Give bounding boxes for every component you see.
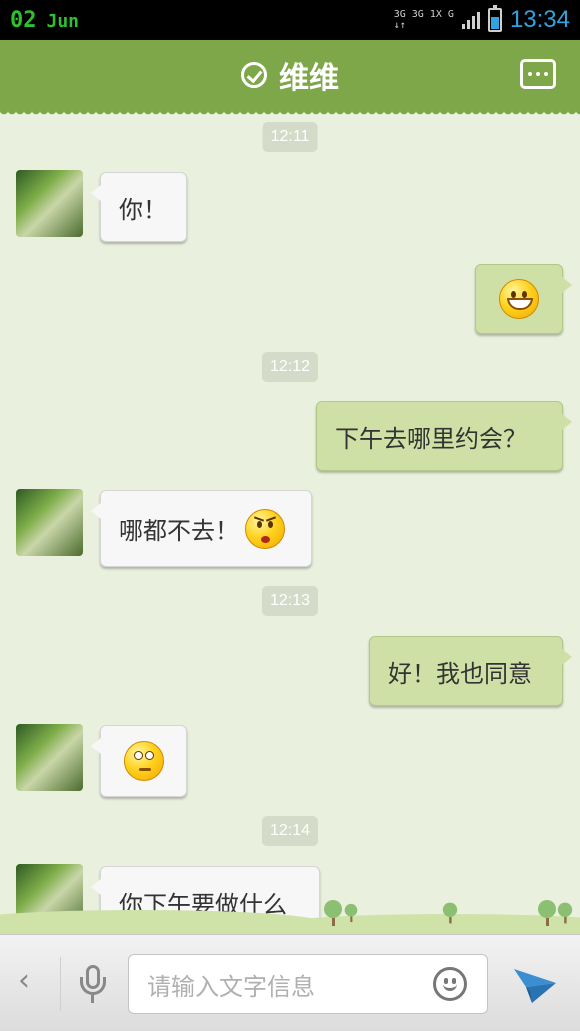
hill-shape [0, 910, 320, 934]
contact-avatar[interactable] [16, 170, 83, 237]
status-date: 02 Jun [10, 8, 79, 33]
status-day: 02 [10, 7, 37, 33]
outgoing-message[interactable] [475, 264, 572, 334]
status-time: 13:34 [509, 6, 570, 33]
timestamp: 12:13 [261, 586, 319, 616]
input-bar: ‹ 请输入文字信息 [0, 934, 580, 1031]
tree-icon [324, 900, 342, 926]
timestamp: 12:12 [261, 352, 319, 382]
outgoing-message[interactable]: 下午去哪里约会？ [316, 401, 572, 471]
timestamp: 12:14 [261, 816, 319, 846]
check-circle-icon [241, 62, 267, 88]
status-indicators: 3G 3G 1X G ↓↑ 13:34 [394, 5, 570, 34]
incoming-message[interactable]: 你！ [91, 172, 187, 242]
microphone-icon[interactable] [78, 965, 108, 1005]
contact-title: 维维 [241, 53, 339, 97]
contact-avatar[interactable] [16, 724, 83, 791]
message-text: 下午去哪里约会？ [335, 424, 527, 453]
message-text: 你！ [119, 195, 167, 224]
network-indicator: 3G 3G 1X G ↓↑ [394, 9, 454, 31]
chevron-left-icon[interactable]: ‹ [18, 963, 30, 998]
dot-icon [536, 72, 540, 76]
chat-header: 维维 [0, 40, 580, 116]
network-activity: ↓↑ [393, 20, 406, 31]
grin-emoji-icon [499, 279, 539, 319]
tree-icon [538, 900, 556, 926]
tree-icon [557, 902, 573, 924]
incoming-message[interactable]: 哪都不去！ [91, 490, 312, 567]
message-text: 哪都不去！ [119, 517, 239, 545]
tree-icon [442, 902, 458, 924]
more-options-button[interactable] [520, 59, 556, 89]
battery-icon [487, 5, 502, 32]
divider [60, 957, 61, 1011]
landscape-decoration [0, 895, 580, 934]
dot-icon [528, 72, 532, 76]
dot-icon [544, 72, 548, 76]
outgoing-message[interactable]: 好！我也同意 [369, 636, 572, 706]
status-bar: 02 Jun 3G 3G 1X G ↓↑ 13:34 [0, 0, 580, 40]
eyeroll-emoji-icon [123, 741, 164, 781]
incoming-message[interactable] [91, 725, 187, 797]
smiley-icon[interactable] [433, 967, 467, 1001]
send-icon[interactable] [512, 965, 558, 1005]
tree-icon [344, 903, 358, 923]
signal-icon [461, 11, 480, 29]
message-text: 好！我也同意 [388, 659, 532, 688]
contact-avatar[interactable] [16, 489, 83, 556]
network-types: 3G 3G 1X G [393, 9, 454, 20]
timestamp: 12:11 [262, 122, 318, 152]
contact-name: 维维 [279, 61, 339, 96]
input-placeholder: 请输入文字信息 [147, 972, 315, 1001]
angry-emoji-icon [245, 508, 285, 549]
message-list[interactable]: 12:11 你！ 12:12 下午去哪里约会？ 哪都不去！ 12:13 好！我也… [0, 116, 580, 934]
status-month: Jun [46, 10, 80, 32]
